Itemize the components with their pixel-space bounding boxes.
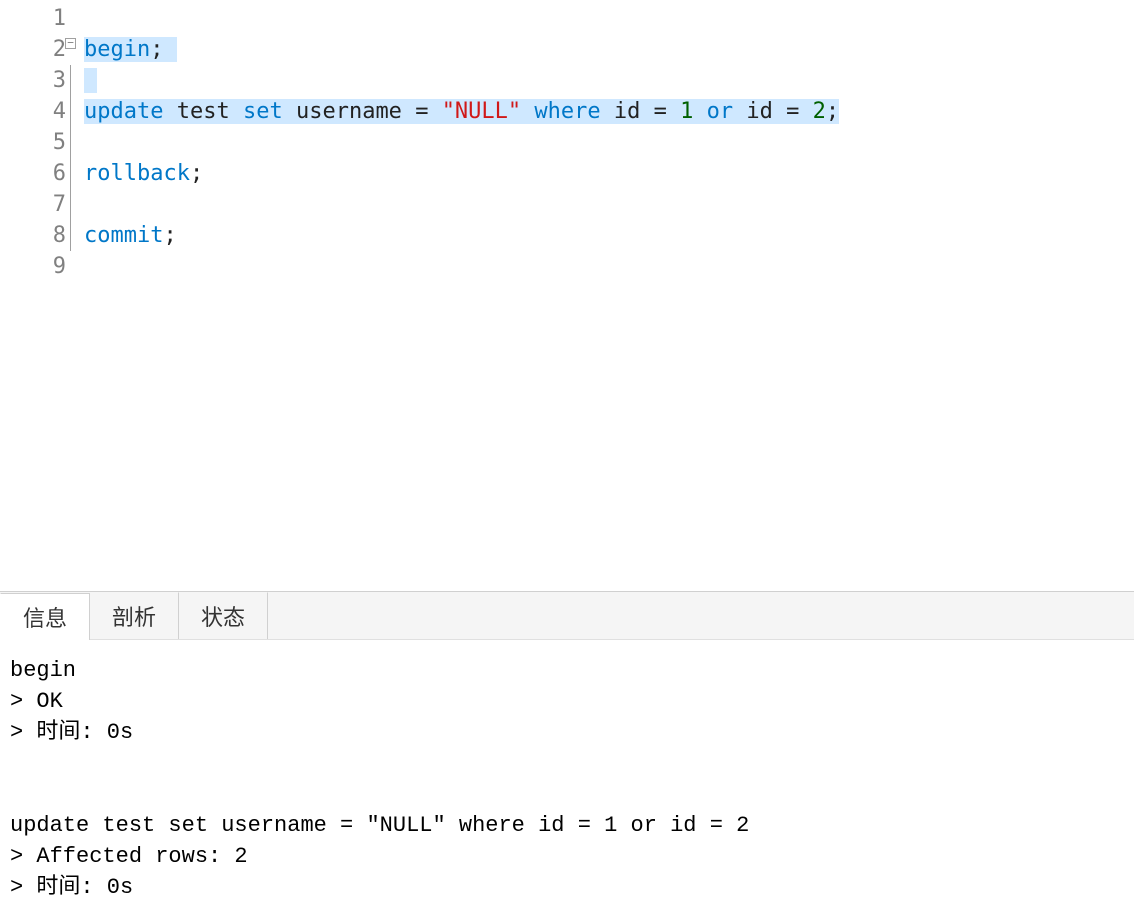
punct-token: = bbox=[415, 99, 428, 124]
ident-token bbox=[521, 99, 534, 124]
code-line[interactable] bbox=[84, 251, 1134, 282]
punct-token: ; bbox=[150, 37, 163, 62]
code-line[interactable] bbox=[84, 189, 1134, 220]
ident-token bbox=[283, 99, 296, 124]
code-line[interactable]: update test set username = "NULL" where … bbox=[84, 96, 1134, 127]
ident-token bbox=[428, 99, 441, 124]
punct-token: ; bbox=[163, 223, 176, 248]
keyword-token: where bbox=[534, 99, 600, 124]
tab-info[interactable]: 信息 bbox=[0, 593, 90, 640]
ident-token bbox=[640, 99, 653, 124]
line-number: 6 bbox=[0, 158, 66, 189]
ident-token: id bbox=[614, 99, 641, 124]
ident-token: id bbox=[746, 99, 773, 124]
code-line[interactable] bbox=[84, 127, 1134, 158]
fold-guide bbox=[70, 220, 71, 251]
line-number: 4 bbox=[0, 96, 66, 127]
ident-token: test bbox=[177, 99, 230, 124]
number-token: 1 bbox=[680, 99, 693, 124]
ident-token bbox=[230, 99, 243, 124]
punct-token: = bbox=[654, 99, 667, 124]
ident-token bbox=[773, 99, 786, 124]
ident-token bbox=[601, 99, 614, 124]
tab-profile[interactable]: 剖析 bbox=[90, 592, 179, 639]
editor-container: 123456789 begin; update test set usernam… bbox=[0, 0, 1134, 592]
keyword-token: or bbox=[707, 99, 734, 124]
line-number: 9 bbox=[0, 251, 66, 282]
ident-token bbox=[163, 99, 176, 124]
bottom-tabs: 信息剖析状态 bbox=[0, 592, 1134, 640]
code-line[interactable]: rollback; bbox=[84, 158, 1134, 189]
ident-token bbox=[402, 99, 415, 124]
output-area[interactable]: begin > OK > 时间: 0s update test set user… bbox=[0, 640, 1134, 912]
fold-guide bbox=[70, 189, 71, 220]
line-number: 8 bbox=[0, 220, 66, 251]
tab-status[interactable]: 状态 bbox=[179, 592, 268, 639]
ident-token bbox=[733, 99, 746, 124]
keyword-token: commit bbox=[84, 223, 163, 248]
code-line[interactable] bbox=[84, 65, 1134, 96]
ident-token bbox=[667, 99, 680, 124]
keyword-token: update bbox=[84, 99, 163, 124]
punct-token bbox=[163, 37, 176, 62]
code-line[interactable]: commit; bbox=[84, 220, 1134, 251]
line-number: 1 bbox=[0, 3, 66, 34]
fold-guide bbox=[70, 65, 71, 96]
fold-guide bbox=[70, 158, 71, 189]
string-token: "NULL" bbox=[442, 99, 521, 124]
ident-token: username bbox=[296, 99, 402, 124]
number-token: 2 bbox=[813, 99, 826, 124]
punct-token: ; bbox=[190, 161, 203, 186]
ident-token bbox=[799, 99, 812, 124]
line-number: 2 bbox=[0, 34, 66, 65]
line-number: 3 bbox=[0, 65, 66, 96]
code-line[interactable]: begin; bbox=[84, 34, 1134, 65]
ident-token bbox=[693, 99, 706, 124]
line-number: 5 bbox=[0, 127, 66, 158]
keyword-token: begin bbox=[84, 37, 150, 62]
punct-token: ; bbox=[826, 99, 839, 124]
code-line[interactable] bbox=[84, 3, 1134, 34]
punct-token: = bbox=[786, 99, 799, 124]
keyword-token: set bbox=[243, 99, 283, 124]
fold-guide bbox=[70, 127, 71, 158]
code-area[interactable]: begin; update test set username = "NULL"… bbox=[72, 0, 1134, 591]
line-number: 7 bbox=[0, 189, 66, 220]
punct-token bbox=[84, 68, 97, 93]
keyword-token: rollback bbox=[84, 161, 190, 186]
fold-guide bbox=[70, 96, 71, 127]
line-number-gutter: 123456789 bbox=[0, 0, 72, 591]
